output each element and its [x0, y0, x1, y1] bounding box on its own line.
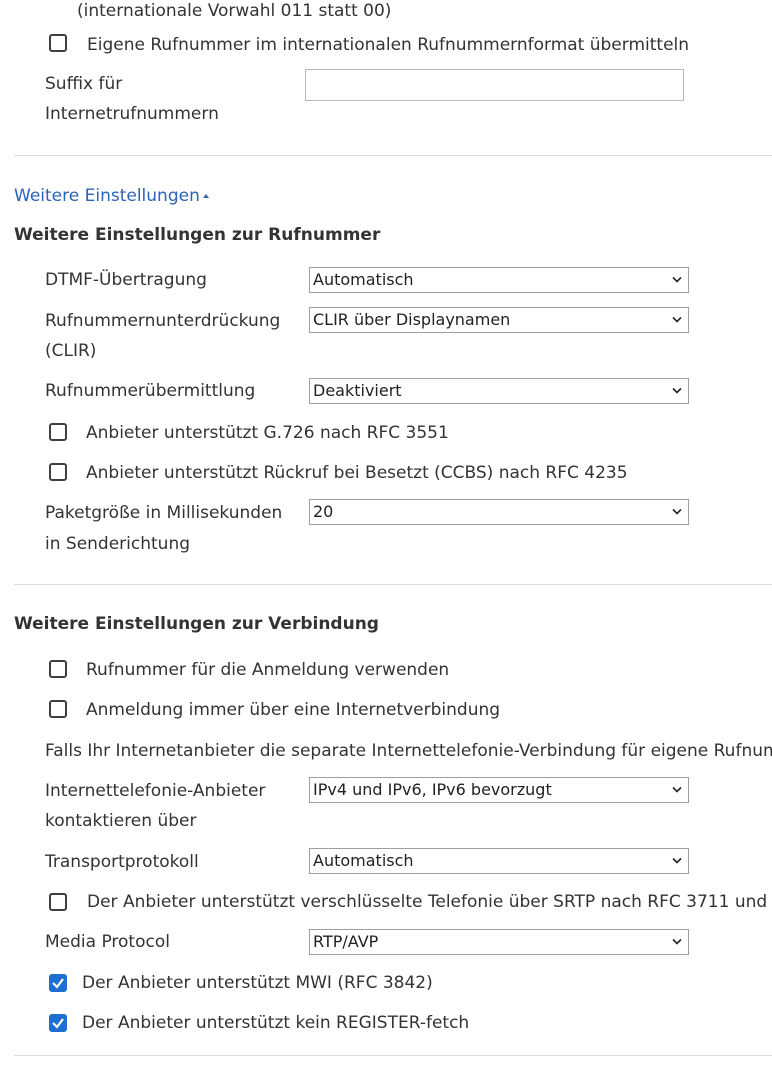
clir-label-line1: Rufnummernunterdrückung	[45, 311, 281, 331]
own-number-intl-checkbox[interactable]	[49, 34, 67, 52]
clir-select[interactable]: CLIR über Displaynamen	[309, 307, 689, 333]
media-protocol-select-value: RTP/AVP	[313, 932, 379, 951]
no-register-fetch-checkbox[interactable]	[49, 1014, 67, 1032]
ccbs-checkbox[interactable]	[49, 463, 67, 481]
contact-label-line2: kontaktieren über	[45, 811, 197, 831]
suffix-label-line2: Internetrufnummern	[45, 104, 219, 124]
section-number-heading: Weitere Einstellungen zur Rufnummer	[14, 225, 381, 245]
chevron-down-icon	[672, 387, 682, 394]
suffix-input[interactable]	[305, 69, 684, 101]
chevron-down-icon	[672, 786, 682, 793]
srtp-label: Der Anbieter unterstützt verschlüsselte …	[87, 892, 772, 912]
g726-checkbox[interactable]	[49, 423, 67, 441]
more-settings-link-label: Weitere Einstellungen	[14, 186, 200, 206]
clir-label-line2: (CLIR)	[45, 341, 97, 361]
mwi-checkbox[interactable]	[49, 974, 67, 992]
dtmf-select-value: Automatisch	[313, 270, 414, 289]
divider	[14, 155, 772, 156]
chevron-down-icon	[672, 508, 682, 515]
more-settings-link[interactable]: Weitere Einstellungen	[14, 185, 209, 207]
clip-label: Rufnummerübermittlung	[45, 381, 256, 401]
dtmf-label: DTMF-Übertragung	[45, 270, 207, 290]
check-icon	[52, 1018, 64, 1029]
packet-label-line2: in Senderichtung	[45, 534, 191, 554]
chevron-down-icon	[672, 857, 682, 864]
chevron-down-icon	[672, 276, 682, 283]
chevron-down-icon	[672, 938, 682, 945]
login-always-internet-label: Anmeldung immer über eine Internetverbin…	[86, 700, 501, 720]
transport-select-value: Automatisch	[313, 851, 414, 870]
dtmf-select[interactable]: Automatisch	[309, 267, 689, 293]
separate-connection-note: Falls Ihr Internetanbieter die separate …	[45, 741, 772, 761]
media-protocol-select[interactable]: RTP/AVP	[309, 929, 689, 955]
srtp-checkbox[interactable]	[49, 893, 67, 911]
transport-label: Transportprotokoll	[45, 852, 199, 872]
section-connection-heading: Weitere Einstellungen zur Verbindung	[14, 614, 379, 634]
divider	[14, 1055, 772, 1056]
own-number-intl-label: Eigene Rufnummer im internationalen Rufn…	[87, 35, 690, 55]
check-icon	[52, 978, 64, 989]
clip-select-value: Deaktiviert	[313, 381, 402, 400]
divider	[14, 584, 772, 585]
clir-select-value: CLIR über Displaynamen	[313, 310, 511, 329]
use-number-login-label: Rufnummer für die Anmeldung verwenden	[86, 660, 450, 680]
media-protocol-label: Media Protocol	[45, 932, 170, 952]
chevron-down-icon	[672, 316, 682, 323]
contact-via-select-value: IPv4 und IPv6, IPv6 bevorzugt	[313, 780, 552, 799]
intl-prefix-note: (internationale Vorwahl 011 statt 00)	[77, 1, 392, 21]
packet-size-select-value: 20	[313, 502, 334, 521]
contact-label-line1: Internettelefonie-Anbieter	[45, 781, 266, 801]
suffix-label-line1: Suffix für	[45, 74, 123, 94]
packet-label-line1: Paketgröße in Millisekunden	[45, 503, 283, 523]
contact-via-select[interactable]: IPv4 und IPv6, IPv6 bevorzugt	[309, 777, 689, 803]
login-always-internet-checkbox[interactable]	[49, 700, 67, 718]
no-register-fetch-label: Der Anbieter unterstützt kein REGISTER-f…	[82, 1013, 470, 1033]
clip-select[interactable]: Deaktiviert	[309, 378, 689, 404]
g726-label: Anbieter unterstützt G.726 nach RFC 3551	[86, 423, 449, 443]
ccbs-label: Anbieter unterstützt Rückruf bei Besetzt…	[86, 463, 628, 483]
caret-up-icon	[202, 194, 209, 198]
mwi-label: Der Anbieter unterstützt MWI (RFC 3842)	[82, 973, 433, 993]
use-number-login-checkbox[interactable]	[49, 660, 67, 678]
packet-size-select[interactable]: 20	[309, 499, 689, 525]
transport-select[interactable]: Automatisch	[309, 848, 689, 874]
